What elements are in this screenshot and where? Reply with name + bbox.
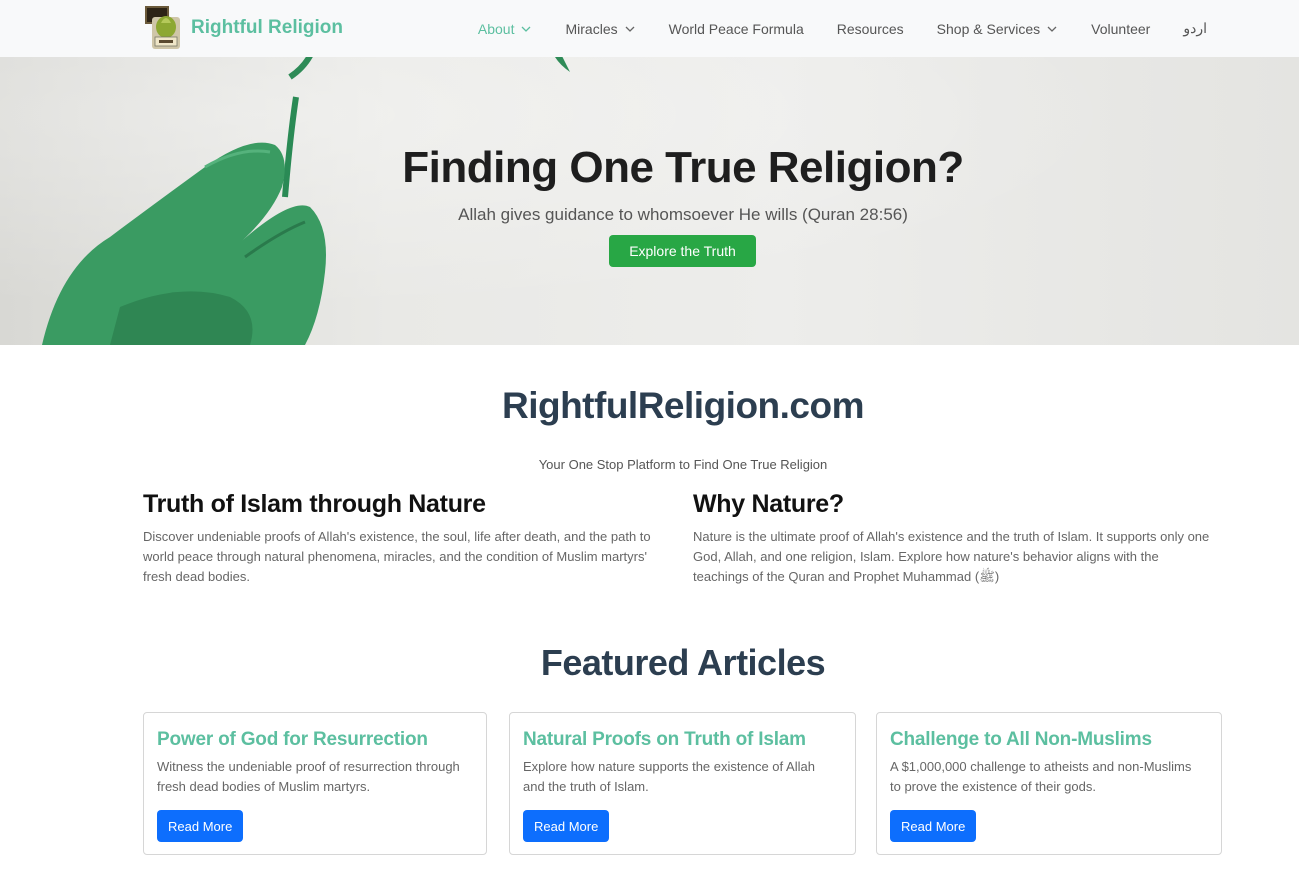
article-card: Power of God for Resurrection Witness th… bbox=[143, 712, 487, 855]
chevron-down-icon bbox=[522, 26, 531, 32]
article-card: Natural Proofs on Truth of Islam Explore… bbox=[509, 712, 856, 855]
nav-label: Volunteer bbox=[1091, 20, 1151, 37]
read-more-button[interactable]: Read More bbox=[890, 810, 977, 842]
nav-label: World Peace Formula bbox=[668, 20, 804, 37]
navbar: Rightful Religion About Miracles World P… bbox=[0, 0, 1299, 57]
nav-shop-services[interactable]: Shop & Services bbox=[937, 21, 1059, 37]
read-more-button[interactable]: Read More bbox=[157, 810, 244, 842]
nav-label: Shop & Services bbox=[936, 20, 1041, 37]
nav-label: اردو bbox=[1183, 20, 1207, 36]
hero-hand-image bbox=[42, 57, 570, 345]
nav-resources[interactable]: Resources bbox=[837, 21, 904, 37]
explore-truth-button[interactable]: Explore the Truth bbox=[609, 235, 756, 267]
logo-icon bbox=[143, 3, 185, 53]
site-title: RightfulReligion.com bbox=[501, 385, 865, 426]
article-summary: Witness the undeniable proof of resurrec… bbox=[157, 759, 460, 794]
why-nature-section: Why Nature? Nature is the ultimate proof… bbox=[693, 490, 1213, 587]
article-summary: Explore how nature supports the existenc… bbox=[523, 759, 815, 794]
nav-label: About bbox=[477, 20, 515, 37]
chevron-down-icon bbox=[625, 26, 635, 32]
article-summary: A $1,000,000 challenge to atheists and n… bbox=[890, 759, 1192, 794]
section-heading: Truth of Islam through Nature bbox=[143, 490, 486, 518]
hero-title: Finding One True Religion? bbox=[402, 143, 964, 192]
main-nav: About Miracles World Peace Formula Resou… bbox=[445, 0, 1207, 57]
article-title[interactable]: Power of God for Resurrection bbox=[157, 729, 428, 751]
nav-world-peace-formula[interactable]: World Peace Formula bbox=[669, 21, 804, 37]
article-title[interactable]: Challenge to All Non-Muslims bbox=[890, 729, 1152, 751]
article-card: Challenge to All Non-Muslims A $1,000,00… bbox=[876, 712, 1222, 855]
section-text: Discover undeniable proofs of Allah's ex… bbox=[143, 529, 651, 584]
nav-volunteer[interactable]: Volunteer bbox=[1091, 21, 1150, 37]
nav-label: Resources bbox=[836, 20, 904, 37]
nav-label: Miracles bbox=[565, 20, 618, 37]
nav-miracles[interactable]: Miracles bbox=[565, 21, 635, 37]
hero-banner: Finding One True Religion? Allah gives g… bbox=[0, 57, 1299, 345]
article-title[interactable]: Natural Proofs on Truth of Islam bbox=[523, 729, 806, 751]
read-more-button[interactable]: Read More bbox=[523, 810, 610, 842]
section-text: Nature is the ultimate proof of Allah's … bbox=[693, 529, 1210, 584]
brand-link[interactable]: Rightful Religion bbox=[143, 3, 343, 53]
brand-name: Rightful Religion bbox=[191, 17, 343, 38]
hero-subtitle: Allah gives guidance to whomsoever He wi… bbox=[458, 205, 908, 224]
nature-truth-section: Truth of Islam through Nature Discover u… bbox=[143, 490, 663, 587]
nav-about[interactable]: About bbox=[478, 21, 533, 37]
chevron-down-icon bbox=[1047, 26, 1057, 32]
site-tagline: Your One Stop Platform to Find One True … bbox=[538, 457, 828, 472]
nav-urdu[interactable]: اردو bbox=[1183, 20, 1207, 37]
section-heading: Why Nature? bbox=[693, 490, 844, 518]
featured-articles-title: Featured Articles bbox=[540, 642, 826, 683]
